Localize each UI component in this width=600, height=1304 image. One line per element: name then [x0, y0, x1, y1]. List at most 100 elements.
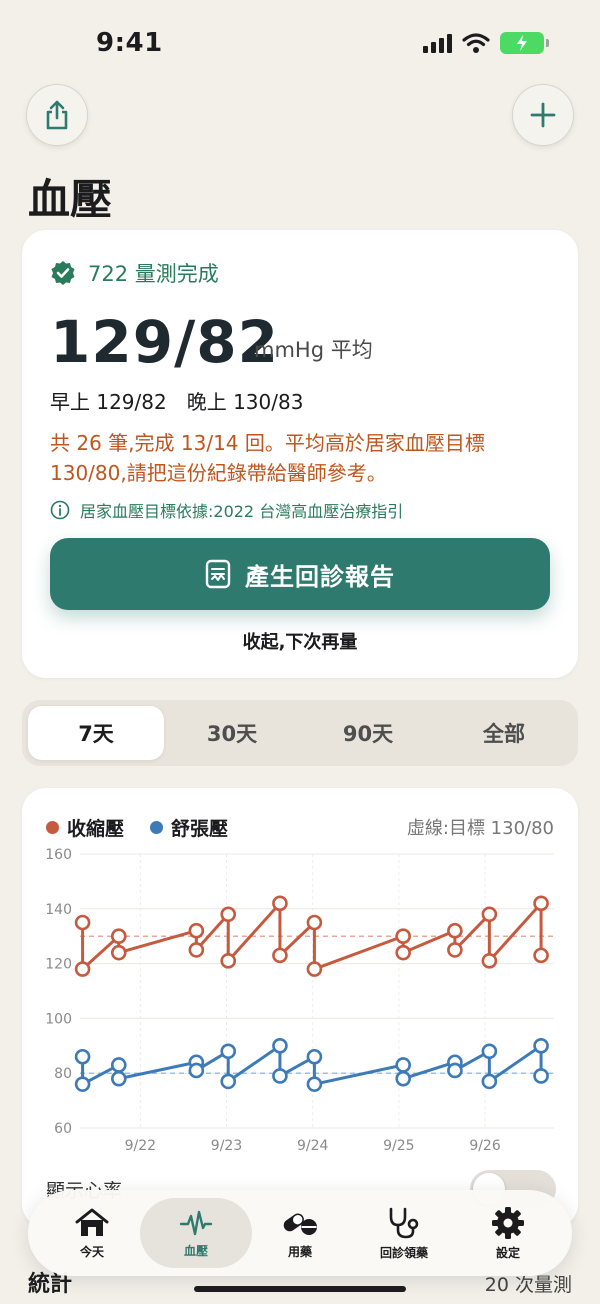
systolic-series-line: [81, 901, 543, 971]
bp-chart-card: 收縮壓 舒張壓 虛線:目標 130/80 60 80 100 120 140 160 9/2…: [22, 788, 578, 1228]
y-tick-label: 80: [54, 1066, 72, 1082]
tab-clinic-visit-label: 回診領藥: [379, 1245, 428, 1260]
diastolic-point: [481, 1073, 498, 1090]
diastolic-point: [272, 1037, 288, 1054]
average-bp-value: 129/82: [50, 308, 279, 376]
diastolic-point: [306, 1076, 323, 1092]
cellular-signal-icon: [423, 33, 452, 53]
range-tab-30d[interactable]: 30天: [164, 706, 300, 760]
systolic-point: [74, 914, 91, 931]
x-tick-label: 9/23: [211, 1138, 242, 1154]
diastolic-point: [533, 1068, 549, 1084]
verified-badge-icon: [51, 261, 75, 285]
systolic-point: [481, 953, 498, 969]
generate-report-button[interactable]: 產生回診報告: [50, 538, 550, 610]
tab-blood-pressure-label: 血壓: [183, 1243, 208, 1258]
diastolic-point: [74, 1076, 91, 1092]
range-tab-7d[interactable]: 7天: [28, 706, 164, 760]
verified-text: 722 量測完成: [88, 262, 219, 286]
systolic-point: [110, 944, 127, 961]
diastolic-point: [447, 1062, 463, 1079]
range-tab-all[interactable]: 全部: [436, 706, 572, 760]
x-tick-label: 9/26: [469, 1138, 501, 1154]
diastolic-point: [395, 1057, 411, 1073]
summary-card: 722 量測完成 129/82 mmHg 平均 早上 129/82 晚上 130…: [22, 230, 578, 678]
systolic-point: [220, 906, 237, 923]
diastolic-point: [272, 1068, 288, 1084]
page-title: 血壓: [28, 175, 113, 224]
systolic-point: [272, 895, 288, 912]
y-tick-label: 160: [45, 847, 72, 863]
diastolic-point: [533, 1037, 549, 1054]
share-icon: [46, 100, 68, 130]
systolic-point: [447, 922, 463, 939]
systolic-point: [395, 928, 411, 944]
range-tab-90d[interactable]: 90天: [300, 706, 436, 760]
tab-today[interactable]: 今天: [36, 1198, 148, 1268]
diastolic-point: [74, 1048, 91, 1065]
systolic-point: [481, 906, 498, 923]
systolic-point: [447, 942, 463, 958]
x-tick-label: 9/22: [125, 1138, 156, 1154]
status-bar: 9:41: [0, 0, 600, 90]
warning-message: 共 26 筆,完成 13/14 回。平均高於居家血壓目標 130/80,請把這份…: [50, 431, 485, 485]
stethoscope-icon: [389, 1207, 419, 1238]
systolic-point: [220, 953, 237, 969]
diastolic-point: [220, 1043, 237, 1060]
dismiss-later-link[interactable]: 收起,下次再量: [22, 628, 578, 654]
systolic-point: [533, 947, 549, 964]
tab-settings[interactable]: 設定: [452, 1198, 564, 1268]
add-button[interactable]: [512, 84, 574, 146]
tab-blood-pressure[interactable]: 血壓: [140, 1198, 252, 1268]
pill-icon: [283, 1213, 317, 1235]
tab-settings-label: 設定: [495, 1245, 520, 1260]
tab-clinic-visit[interactable]: 回診領藥: [348, 1198, 460, 1268]
diastolic-point: [110, 1070, 127, 1087]
systolic-point: [533, 895, 549, 912]
share-button[interactable]: [26, 84, 88, 146]
diastolic-point: [220, 1073, 237, 1090]
am-pm-values: 早上 129/82 晚上 130/83: [50, 390, 304, 414]
home-indicator: [194, 1286, 406, 1292]
systolic-point: [188, 942, 205, 958]
y-tick-label: 100: [45, 1011, 72, 1027]
x-tick-label: 9/25: [383, 1138, 414, 1154]
systolic-point: [110, 928, 127, 944]
diastolic-point: [395, 1070, 411, 1087]
y-tick-label: 120: [45, 957, 72, 973]
systolic-point: [272, 947, 288, 964]
generate-report-label: 產生回診報告: [245, 562, 395, 591]
guideline-info-text: 居家血壓目標依據:2022 台灣高血壓治療指引: [80, 502, 404, 521]
wifi-icon: [462, 33, 490, 53]
diastolic-point: [481, 1043, 498, 1060]
y-tick-label: 60: [54, 1121, 72, 1137]
systolic-point: [188, 922, 205, 939]
bp-line-chart[interactable]: 60 80 100 120 140 160 9/22 9/23 9/24 9/25 9/26: [22, 788, 578, 1168]
plus-icon: [530, 102, 556, 128]
range-segmented-control: 7天 30天 90天 全部: [22, 700, 578, 766]
y-tick-label: 140: [45, 902, 72, 918]
bottom-tab-bar: 今天 血壓 用藥 回診領藥 設定: [28, 1190, 572, 1276]
systolic-point: [306, 961, 323, 977]
tab-medication[interactable]: 用藥: [244, 1198, 356, 1268]
status-time: 9:41: [96, 28, 163, 58]
systolic-point: [306, 914, 323, 931]
guideline-info-row[interactable]: 居家血壓目標依據:2022 台灣高血壓治療指引: [50, 498, 403, 522]
diastolic-point: [110, 1057, 127, 1073]
diastolic-point: [188, 1062, 205, 1079]
gear-icon: [492, 1206, 524, 1239]
tab-today-label: 今天: [79, 1244, 104, 1259]
battery-charging-icon: [500, 32, 549, 54]
systolic-point: [395, 944, 411, 961]
report-document-icon: [205, 559, 231, 589]
info-icon: [50, 500, 70, 520]
status-icons: [423, 32, 549, 54]
average-bp-unit: mmHg 平均: [254, 338, 373, 362]
house-icon: [75, 1208, 109, 1236]
verified-row: 722 量測完成: [50, 258, 219, 288]
x-tick-label: 9/24: [297, 1138, 329, 1154]
systolic-point: [74, 961, 91, 977]
heartbeat-icon: [179, 1210, 213, 1235]
tab-medication-label: 用藥: [287, 1244, 312, 1259]
diastolic-point: [306, 1048, 323, 1065]
